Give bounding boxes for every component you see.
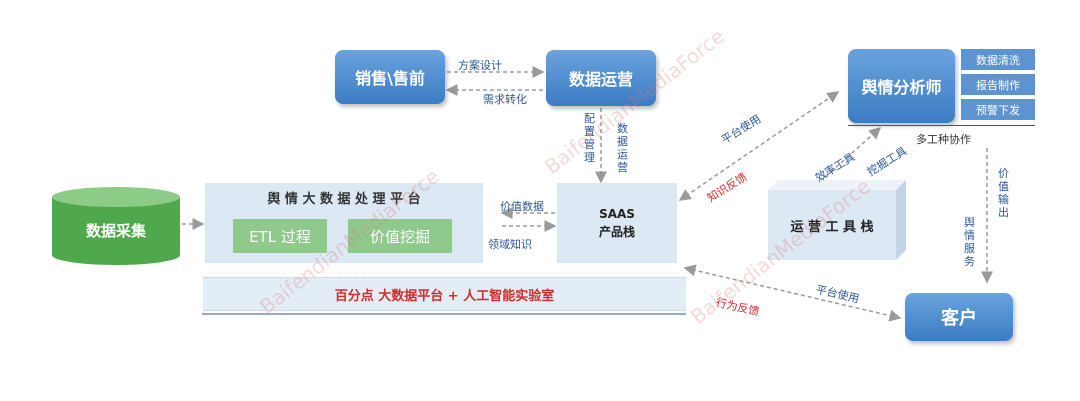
label-multi-role: 多工种协作 <box>916 133 971 146</box>
label-plan-design: 方案设计 <box>458 59 502 72</box>
label-sentiment-service: 舆情服务 <box>964 216 975 268</box>
label-data-ops-vertical: 数据运营 <box>617 122 628 174</box>
label-value-output: 价值输出 <box>998 167 1009 219</box>
label-domain-knowledge: 领域知识 <box>488 238 532 251</box>
label-value-data: 价值数据 <box>500 200 544 213</box>
label-demand-transform: 需求转化 <box>483 93 527 106</box>
node-customer: 客户 <box>905 293 1013 341</box>
